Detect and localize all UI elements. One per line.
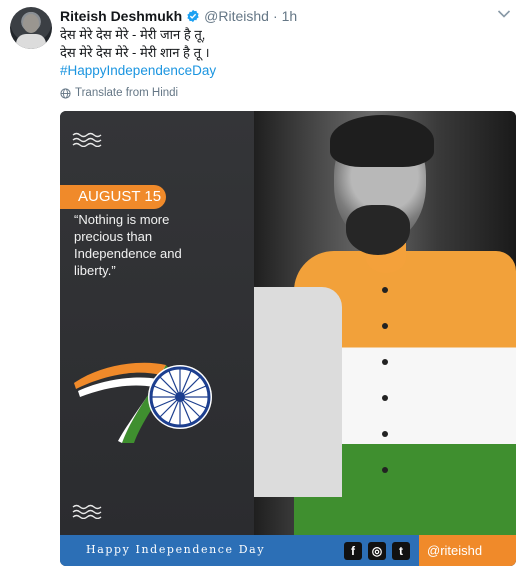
- twitter-icon: t: [392, 542, 410, 560]
- quote-line: precious than: [74, 229, 153, 244]
- chevron-down-icon[interactable]: [497, 9, 511, 19]
- footer-handle: @riteishd: [419, 535, 516, 566]
- portrait-hair: [330, 115, 434, 167]
- quote-line: Independence and: [74, 246, 182, 261]
- poster-left-panel: [60, 111, 254, 535]
- tweet-timestamp[interactable]: 1h: [282, 8, 298, 24]
- separator-dot: ·: [272, 8, 278, 24]
- avatar-face: [23, 14, 39, 33]
- author-handle[interactable]: @Riteishd: [204, 8, 269, 24]
- tweet-header: Riteish Deshmukh @Riteishd · 1h: [60, 6, 297, 26]
- waves-icon: [72, 504, 102, 519]
- hashtag-link[interactable]: #HappyIndependenceDay: [60, 62, 216, 80]
- date-badge: AUGUST 15: [60, 185, 166, 209]
- author-avatar[interactable]: [10, 7, 52, 49]
- waves-icon: [72, 132, 102, 147]
- raised-arm: [254, 287, 342, 497]
- avatar-shirt: [16, 34, 46, 49]
- poster-quote: “Nothing is more precious than Independe…: [74, 211, 234, 279]
- tweet-image[interactable]: AUGUST 15 “Nothing is more precious than…: [60, 111, 516, 566]
- quote-line: liberty.”: [74, 263, 116, 278]
- quote-line: “Nothing is more: [74, 212, 170, 227]
- facebook-icon: f: [344, 542, 362, 560]
- tweet-text-line-1: देस मेरे देस मेरे - मेरी जान है तू,: [60, 27, 206, 42]
- verified-badge-icon: [187, 9, 199, 23]
- tweet-text-line-2: देस मेरे देस मेरे - मेरी शान है तू ।: [60, 45, 210, 60]
- portrait-beard: [346, 205, 410, 255]
- poster-footer: Happy Independence Day f ◎ t @riteishd: [60, 535, 516, 566]
- portrait-photo: [254, 111, 516, 535]
- instagram-icon: ◎: [368, 542, 386, 560]
- globe-icon: [60, 87, 71, 99]
- translate-label: Translate from Hindi: [75, 87, 179, 99]
- footer-greeting: Happy Independence Day: [86, 543, 266, 556]
- seventy-logo: [74, 362, 212, 443]
- tweet[interactable]: Riteish Deshmukh @Riteishd · 1h देस मेरे…: [0, 0, 521, 570]
- author-name[interactable]: Riteish Deshmukh: [60, 8, 182, 24]
- translate-link[interactable]: Translate from Hindi: [60, 87, 178, 99]
